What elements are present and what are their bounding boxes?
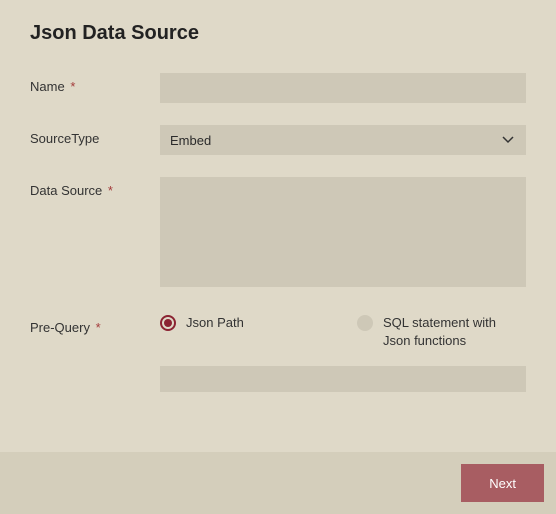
required-mark: *	[108, 183, 113, 198]
row-datasource: Data Source *	[30, 177, 526, 292]
label-prequery: Pre-Query *	[30, 314, 160, 335]
radio-sql-json-label: SQL statement with Json functions	[383, 314, 526, 350]
footer-bar: Next	[0, 452, 556, 514]
label-datasource: Data Source *	[30, 177, 160, 198]
sourcetype-selected-value: Embed	[170, 133, 211, 148]
prequery-input[interactable]	[160, 366, 526, 392]
sourcetype-select[interactable]: Embed	[160, 125, 526, 155]
required-mark: *	[96, 320, 101, 335]
chevron-down-icon	[502, 136, 514, 144]
radio-icon	[160, 315, 176, 331]
label-prequery-text: Pre-Query	[30, 320, 90, 335]
page-title: Json Data Source	[30, 22, 526, 45]
required-mark: *	[70, 79, 75, 94]
row-name: Name *	[30, 73, 526, 103]
row-sourcetype: SourceType Embed	[30, 125, 526, 155]
datasource-textarea[interactable]	[160, 177, 526, 287]
radio-json-path[interactable]: Json Path	[160, 314, 329, 332]
label-sourcetype: SourceType	[30, 125, 160, 146]
radio-json-path-label: Json Path	[186, 314, 244, 332]
name-input[interactable]	[160, 73, 526, 103]
row-prequery: Pre-Query * Json Path SQL statement with…	[30, 314, 526, 392]
radio-sql-json[interactable]: SQL statement with Json functions	[357, 314, 526, 350]
radio-icon	[357, 315, 373, 331]
label-name: Name *	[30, 73, 160, 94]
label-datasource-text: Data Source	[30, 183, 102, 198]
label-name-text: Name	[30, 79, 65, 94]
label-sourcetype-text: SourceType	[30, 131, 99, 146]
next-button[interactable]: Next	[461, 464, 544, 502]
